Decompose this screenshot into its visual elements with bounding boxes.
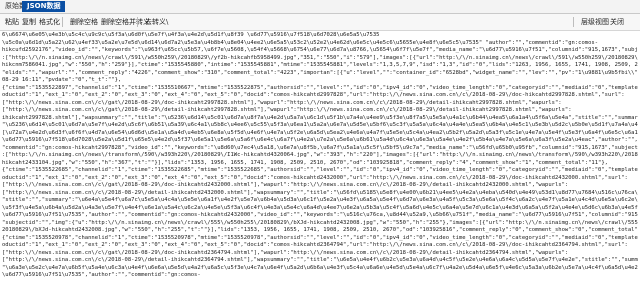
json-text-line: ["http:\/\/news.sina.com.cn\/c\/2018-08-… bbox=[2, 257, 638, 263]
toolbar: 粘贴 复制 格式化 删除空格 删除空格并转义 去转义\ 层级视图 关闭 bbox=[0, 14, 640, 31]
json-text-line: ["http:\/\/news.sina.com.cn\/c\/2018-08-… bbox=[2, 189, 638, 196]
close-button[interactable]: 关闭 bbox=[607, 16, 627, 28]
json-text-line: [\u72a7\u4e2d\u6d3f\u6f6f\u4d7a\u6e54\u6… bbox=[2, 129, 638, 136]
json-text-line: "stitle":"","summary":"\u6e4a\u5e4f\u6a7… bbox=[2, 197, 638, 203]
json-text-line: "commentid":"gn:comos-hikcaht2997828","v… bbox=[2, 144, 638, 151]
json-text-line: {"ctime":"1535522685","channelid":"1","c… bbox=[2, 167, 638, 173]
unescape-button[interactable]: 去转义\ bbox=[142, 16, 171, 28]
json-text-line: :["http:\/\/n.sinaimg.cn\/news\/transfor… bbox=[2, 152, 638, 158]
json-text-line: oductid":"1","ext_1":"0","ext_2":"0","ex… bbox=[2, 242, 628, 248]
json-text-line: hikcufd2592176","video_id":"","keywords"… bbox=[2, 47, 638, 53]
json-text-line: "\u5236\u6d14\u5c01\u6d7a\u5e7f\u4e2d\u5… bbox=[2, 122, 638, 128]
tab-bar: 原始数据 JSON数据 bbox=[0, 0, 640, 14]
json-text-line: ["http:\/\/news.sina.com.cn\/c\/gat\/201… bbox=[2, 99, 562, 106]
json-text-line: oductid":"1","ext_1":"0","ext_2":"0","ex… bbox=[2, 92, 625, 98]
json-text-line: 08-29 16:11","pvdate":"0","t_t":""}, bbox=[2, 77, 122, 83]
json-text-area[interactable]: 6\u6674\u6e05\u4e3b\u5c4c\u9c9c\u5f3a\u6… bbox=[2, 32, 638, 304]
tab-json-data[interactable]: JSON数据 bbox=[22, 1, 66, 12]
json-text-line: :["http:\/\/n.sinaimg.cn\/news\/crawl\/5… bbox=[2, 54, 638, 61]
json-text-line: oductid":"1","ext_1":"0","ext_2":"0","ex… bbox=[2, 174, 628, 181]
json-text-line: "elids":"","wapurl":"","comment_reply":"… bbox=[2, 69, 638, 76]
json-text-line: "\u6a3e\u5e2c\u4e7a\u6b5f\u5a4e\u6c3a\u4… bbox=[2, 264, 638, 271]
toolbar-divider bbox=[62, 17, 63, 27]
json-text-line: 6\u6674\u6e05\u4e3b\u5c4c\u9c9c\u5f3a\u6… bbox=[2, 32, 380, 38]
toolbar-divider bbox=[137, 17, 138, 27]
json-viewer-window: 原始数据 JSON数据 粘贴 复制 格式化 删除空格 删除空格并转义 去转义\ … bbox=[0, 0, 640, 304]
json-text-line: \u6d77\u5916\u7f51\u7535","author":"","c… bbox=[2, 212, 638, 218]
json-text-line: \u5c0a\u6d1d\u5a22\u62\u4ef33\u5a2e\u7e5… bbox=[2, 39, 599, 46]
toolbar-divider bbox=[573, 17, 574, 27]
json-text-line: {"ctime":"1535520978","channelid":"1","c… bbox=[2, 234, 638, 241]
json-text-line: ["http:\/\/news.sina.com.cn\/c\/gat\/201… bbox=[2, 249, 569, 256]
json-text-line: hikcaht2433104.jpg","w":"550","h":"367",… bbox=[2, 159, 608, 166]
json-text-line: 20180829\/bXJd-hikcahtd2432008.jpg","w":… bbox=[2, 227, 638, 233]
remove-spaces-button[interactable]: 删除空格 bbox=[67, 16, 101, 28]
json-text-line: \u6d77\u5916\u7f518\u6d7028\u5e2a\u5d1f\… bbox=[2, 137, 638, 143]
json-text-line: {"ctime":"1535522897","channelid":"1","c… bbox=[2, 84, 638, 91]
json-text-line: ihikcaht2997828.shtml"],"wapsummary":"",… bbox=[2, 114, 638, 121]
json-text-line: ["http:\/\/news.sina.com.cn\/c\/gat\/201… bbox=[2, 107, 572, 113]
json-text-line: ["http:\/\/news.sina.com.cn\/c\/gat\/201… bbox=[2, 182, 569, 188]
json-text-line: \u6d77\u5916\u7f51\u7535","author":"","c… bbox=[2, 272, 201, 278]
json-text-line: "subjectid":"","img":{"u":"http:\/\/n.si… bbox=[2, 219, 638, 226]
json-text-line: \u5f3f\u4e5a\u6b4a\u5d2a\u4a3e\u5e7f\u4e… bbox=[2, 204, 638, 211]
format-button[interactable]: 格式化 bbox=[36, 16, 63, 28]
json-text-line: hikcnm7586041.jpg","w":"550","h":"259"}]… bbox=[2, 62, 638, 68]
